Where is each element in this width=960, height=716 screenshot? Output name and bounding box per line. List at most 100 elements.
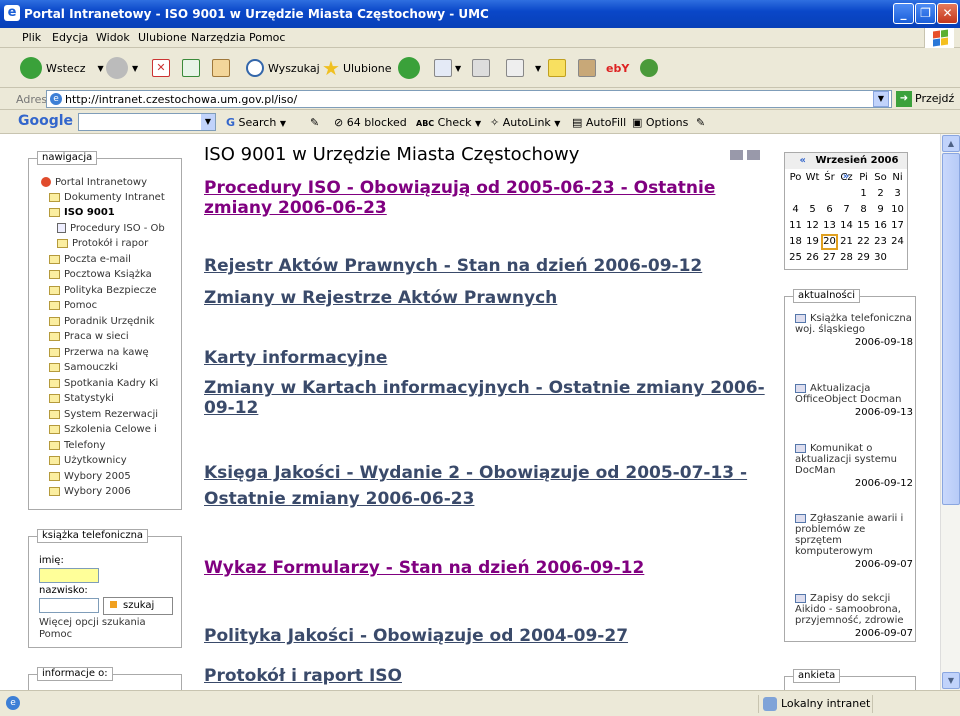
link-register-changes[interactable]: Zmiany w Rejestrze Aktów Prawnych bbox=[204, 288, 770, 308]
print-button[interactable] bbox=[472, 56, 493, 80]
news-icon bbox=[795, 443, 806, 453]
news-item[interactable]: Komunikat o aktualizacji systemu DocMan 2… bbox=[795, 443, 913, 489]
nav-item[interactable]: Spotkania Kadry Ki bbox=[49, 378, 158, 389]
scroll-thumb[interactable] bbox=[942, 153, 960, 505]
nav-item[interactable]: Wybory 2005 bbox=[49, 471, 131, 482]
scroll-up-icon[interactable]: ▲ bbox=[942, 135, 960, 152]
calendar-week[interactable]: 25 26 27 28 29 30 bbox=[787, 250, 907, 266]
nav-item[interactable]: Portal Intranetowy bbox=[41, 177, 147, 188]
news-icon bbox=[795, 313, 806, 323]
calendar-week[interactable]: 123 bbox=[787, 186, 907, 202]
autolink-button[interactable]: ✧ AutoLink ▼ bbox=[490, 116, 560, 129]
calendar-week[interactable]: 11 12 13 14 15 16 17 bbox=[787, 218, 907, 234]
spellcheck-button[interactable]: ABC Check ▼ bbox=[416, 116, 481, 129]
link-iso-report[interactable]: Protokół i raport ISO bbox=[204, 666, 770, 686]
google-logo[interactable]: Google bbox=[18, 113, 73, 129]
history-button[interactable] bbox=[398, 56, 424, 80]
nav-item[interactable]: Przerwa na kawę bbox=[49, 347, 149, 358]
notes-button[interactable] bbox=[548, 56, 569, 80]
nav-item[interactable]: Protokół i rapor bbox=[57, 238, 148, 249]
security-zone: Lokalny intranet bbox=[758, 695, 870, 713]
menu-favorites[interactable]: Ulubione bbox=[138, 31, 187, 44]
search-button[interactable]: szukaj bbox=[103, 597, 173, 615]
more-search-options-link[interactable]: Więcej opcji szukania bbox=[39, 617, 146, 628]
ebay-button[interactable]: ebY bbox=[606, 56, 629, 80]
back-button[interactable]: Wstecz ▼ bbox=[20, 56, 104, 80]
address-dropdown-icon[interactable]: ▼ bbox=[873, 91, 889, 107]
calendar-week[interactable]: 18 19 20 21 22 23 24 bbox=[787, 234, 907, 250]
autofill-button[interactable]: ▤ AutoFill bbox=[572, 116, 626, 129]
link-quality-policy[interactable]: Polityka Jakości - Obowiązuje od 2004-09… bbox=[204, 626, 770, 646]
calendar-week[interactable]: 4 5 6 7 8 9 10 bbox=[787, 202, 907, 218]
nav-item[interactable]: Szkolenia Celowe i bbox=[49, 424, 157, 435]
nav-item[interactable]: Poczta e-mail bbox=[49, 254, 131, 265]
nav-item[interactable]: Dokumenty Intranet bbox=[49, 192, 165, 203]
edit-button[interactable]: ▼ bbox=[506, 56, 541, 80]
mail-button[interactable]: ▼ bbox=[434, 56, 461, 80]
nav-item[interactable]: Telefony bbox=[49, 440, 105, 451]
google-dropdown-icon[interactable]: ▼ bbox=[201, 114, 215, 130]
forward-button[interactable]: ▼ bbox=[106, 56, 138, 80]
popup-blocker-button[interactable]: ⊘ 64 blocked bbox=[334, 116, 407, 129]
link-procedures[interactable]: Procedury ISO - Obowiązują od 2005-06-23… bbox=[204, 178, 770, 218]
nav-item[interactable]: Użytkownicy bbox=[49, 455, 127, 466]
news-item[interactable]: Zapisy do sekcji Aikido - samoobrona, pr… bbox=[795, 593, 913, 639]
link-legal-register[interactable]: Rejestr Aktów Prawnych - Stan na dzień 2… bbox=[204, 256, 770, 276]
calendar-header: « Wrzesień 2006 » bbox=[785, 153, 907, 182]
nav-item[interactable]: Statystyki bbox=[49, 393, 114, 404]
status-divider bbox=[872, 695, 873, 713]
pagerank-icon[interactable]: ✎ bbox=[310, 116, 319, 129]
folder-icon bbox=[49, 393, 60, 403]
close-button[interactable]: ✕ bbox=[937, 3, 958, 24]
maximize-button[interactable]: ❐ bbox=[915, 3, 936, 24]
news-item[interactable]: Zgłaszanie awarii i problemów ze sprzęte… bbox=[795, 513, 913, 570]
surname-input[interactable] bbox=[39, 598, 99, 613]
prev-month-button[interactable]: « bbox=[800, 155, 806, 166]
name-label: imię: bbox=[39, 555, 64, 566]
nav-item[interactable]: Polityka Bezpiecze bbox=[49, 285, 157, 296]
menu-file[interactable]: Plik bbox=[22, 31, 41, 44]
minimize-button[interactable]: _ bbox=[893, 3, 914, 24]
email-page-icon[interactable] bbox=[730, 150, 743, 160]
address-input[interactable]: e http://intranet.czestochowa.um.gov.pl/… bbox=[46, 90, 892, 108]
menu-edit[interactable]: Edycja bbox=[52, 31, 88, 44]
nav-item-active[interactable]: ISO 9001 bbox=[49, 207, 115, 218]
link-forms-list[interactable]: Wykaz Formularzy - Stan na dzień 2006-09… bbox=[204, 558, 770, 578]
menu-view[interactable]: Widok bbox=[96, 31, 130, 44]
print-page-icon[interactable] bbox=[747, 150, 760, 160]
link-info-cards-changes[interactable]: Zmiany w Kartach informacyjnych - Ostatn… bbox=[204, 378, 770, 418]
highlighter-icon[interactable]: ✎ bbox=[696, 116, 705, 129]
home-button[interactable] bbox=[212, 56, 233, 80]
nav-item[interactable]: Procedury ISO - Ob bbox=[57, 223, 165, 234]
nav-item[interactable]: Wybory 2006 bbox=[49, 486, 131, 497]
research-button[interactable] bbox=[578, 56, 599, 80]
news-item[interactable]: Aktualizacja OfficeObject Docman 2006-09-… bbox=[795, 383, 913, 418]
search-button[interactable]: Wyszukaj bbox=[246, 56, 320, 80]
forward-arrow-icon bbox=[106, 57, 128, 79]
google-search-button[interactable]: G Search ▼ bbox=[226, 116, 286, 129]
news-icon bbox=[795, 383, 806, 393]
news-item[interactable]: Książka telefoniczna woj. śląskiego 2006-… bbox=[795, 313, 913, 348]
messenger-button[interactable] bbox=[640, 56, 662, 80]
nav-item[interactable]: Pocztowa Książka bbox=[49, 269, 152, 280]
menu-tools[interactable]: Narzędzia bbox=[191, 31, 246, 44]
options-button[interactable]: ▣ Options bbox=[632, 116, 688, 129]
stop-button[interactable]: ✕ bbox=[152, 56, 173, 80]
nav-item[interactable]: Pomoc bbox=[49, 300, 97, 311]
nav-item[interactable]: Praca w sieci bbox=[49, 331, 129, 342]
google-toolbar: Google ▼ G Search ▼ ✎ ⊘ 64 blocked ABC C… bbox=[0, 110, 960, 134]
vertical-scrollbar[interactable]: ▲ ▼ bbox=[940, 134, 960, 690]
go-button[interactable]: ➜ Przejdź bbox=[896, 91, 954, 107]
link-info-cards[interactable]: Karty informacyjne bbox=[204, 348, 770, 368]
nav-item[interactable]: Samouczki bbox=[49, 362, 118, 373]
name-input[interactable] bbox=[39, 568, 99, 583]
favorites-button[interactable]: ★ Ulubione bbox=[322, 56, 392, 80]
google-search-input[interactable]: ▼ bbox=[78, 113, 216, 131]
help-link[interactable]: Pomoc bbox=[39, 629, 72, 640]
link-quality-book[interactable]: Księga Jakości - Wydanie 2 - Obowiązuje … bbox=[204, 460, 770, 512]
nav-item[interactable]: System Rezerwacji bbox=[49, 409, 158, 420]
menu-help[interactable]: Pomoc bbox=[249, 31, 285, 44]
scroll-down-icon[interactable]: ▼ bbox=[942, 672, 960, 689]
refresh-button[interactable] bbox=[182, 56, 203, 80]
nav-item[interactable]: Poradnik Urzędnik bbox=[49, 316, 155, 327]
